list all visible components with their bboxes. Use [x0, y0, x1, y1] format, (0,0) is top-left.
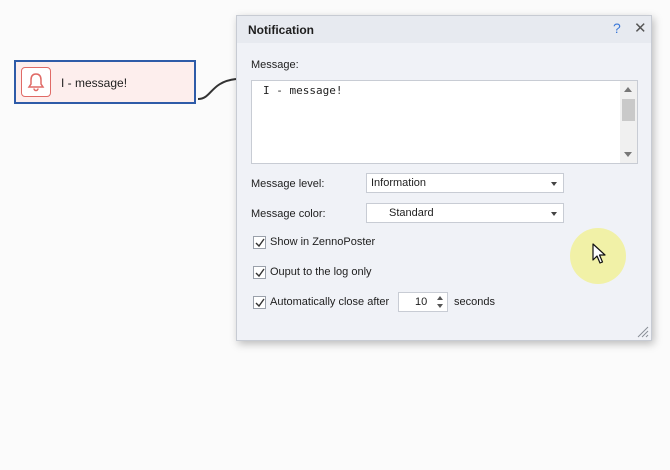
show-in-zennoposter-label[interactable]: Show in ZennoPoster [270, 236, 375, 248]
bell-icon [21, 67, 51, 97]
stepper-down-icon[interactable] [437, 304, 443, 308]
auto-close-seconds-stepper[interactable]: 10 [398, 292, 448, 312]
scroll-thumb[interactable] [622, 99, 635, 121]
dialog-title: Notification [248, 23, 314, 37]
chevron-down-icon [551, 182, 557, 186]
message-textarea[interactable]: I - message! [251, 80, 638, 164]
mouse-cursor-icon [592, 243, 606, 264]
seconds-label: seconds [454, 296, 495, 308]
stepper-up-icon[interactable] [437, 296, 443, 300]
message-level-select[interactable]: Information [366, 173, 564, 193]
message-color-select[interactable]: Standard [366, 203, 564, 223]
check-icon [255, 298, 265, 308]
close-icon[interactable]: ✕ [634, 19, 647, 37]
node-label: I - message! [61, 76, 128, 90]
chevron-down-icon [551, 212, 557, 216]
auto-close-seconds-value[interactable]: 10 [415, 296, 427, 308]
show-in-zennoposter-checkbox[interactable] [253, 236, 266, 249]
message-label: Message: [251, 59, 299, 71]
message-scrollbar[interactable] [620, 81, 637, 163]
message-text[interactable]: I - message! [263, 84, 342, 97]
resize-grip-icon[interactable] [637, 326, 649, 338]
dialog-titlebar[interactable]: Notification ? ✕ [237, 16, 651, 43]
help-icon[interactable]: ? [613, 20, 621, 36]
scroll-up-icon[interactable] [624, 87, 632, 92]
auto-close-label[interactable]: Automatically close after [270, 296, 389, 308]
log-only-label[interactable]: Ouput to the log only [270, 266, 372, 278]
message-color-value: Standard [389, 207, 434, 219]
node-connector [197, 78, 237, 100]
scroll-down-icon[interactable] [624, 152, 632, 157]
auto-close-checkbox[interactable] [253, 296, 266, 309]
workflow-canvas: I - message! Notification ? ✕ Message: I… [0, 0, 670, 470]
notification-dialog: Notification ? ✕ Message: I - message! M… [236, 15, 652, 341]
log-only-checkbox[interactable] [253, 266, 266, 279]
message-level-label: Message level: [251, 178, 325, 190]
message-level-value: Information [371, 177, 427, 189]
notification-node[interactable]: I - message! [14, 60, 196, 104]
check-icon [255, 268, 265, 278]
message-color-label: Message color: [251, 208, 326, 220]
check-icon [255, 238, 265, 248]
